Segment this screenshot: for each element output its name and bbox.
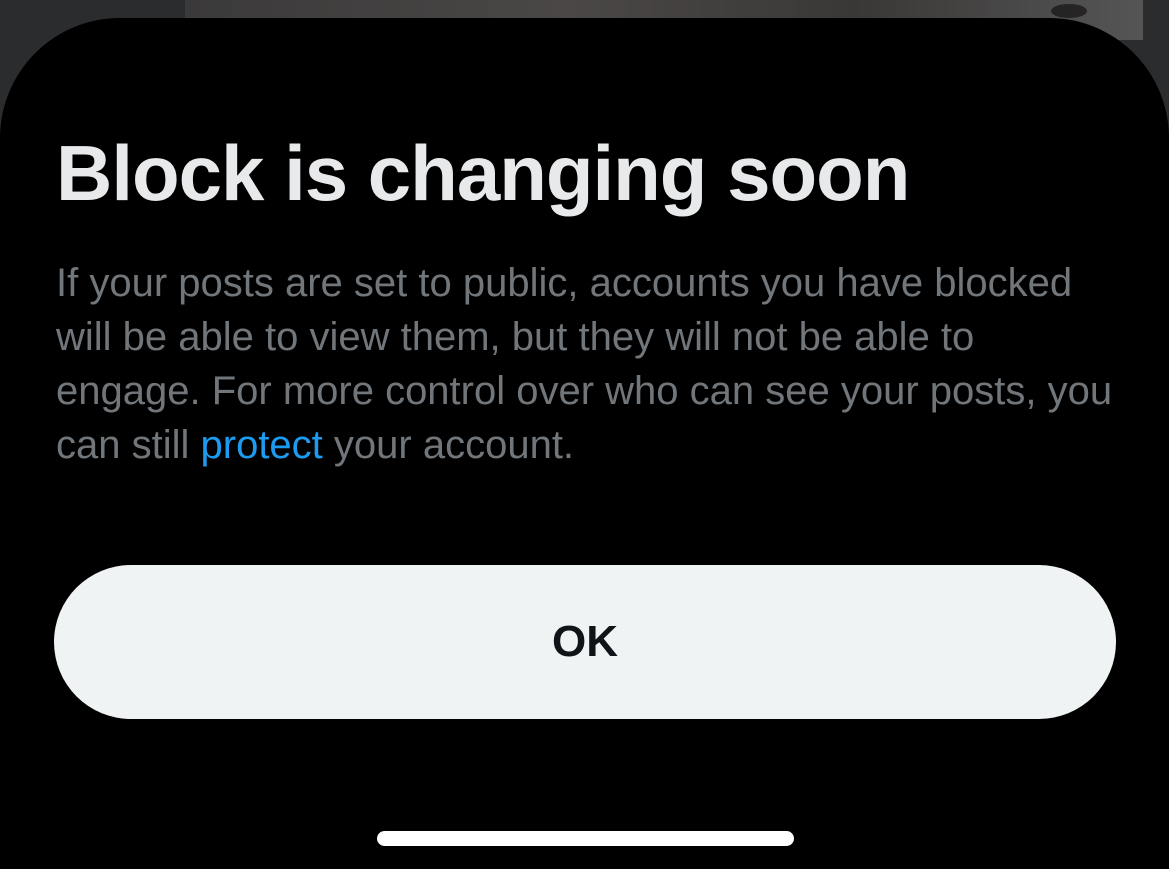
home-indicator[interactable] (377, 831, 794, 846)
dialog-message-text-end: your account. (322, 423, 575, 467)
background-photo-detail (1051, 4, 1087, 18)
ok-button[interactable]: OK (54, 565, 1116, 719)
dialog-title: Block is changing soon (56, 129, 910, 217)
ok-button-label: OK (552, 617, 618, 666)
protect-account-link[interactable]: protect (201, 423, 323, 467)
dialog-message: If your posts are set to public, account… (56, 256, 1116, 472)
